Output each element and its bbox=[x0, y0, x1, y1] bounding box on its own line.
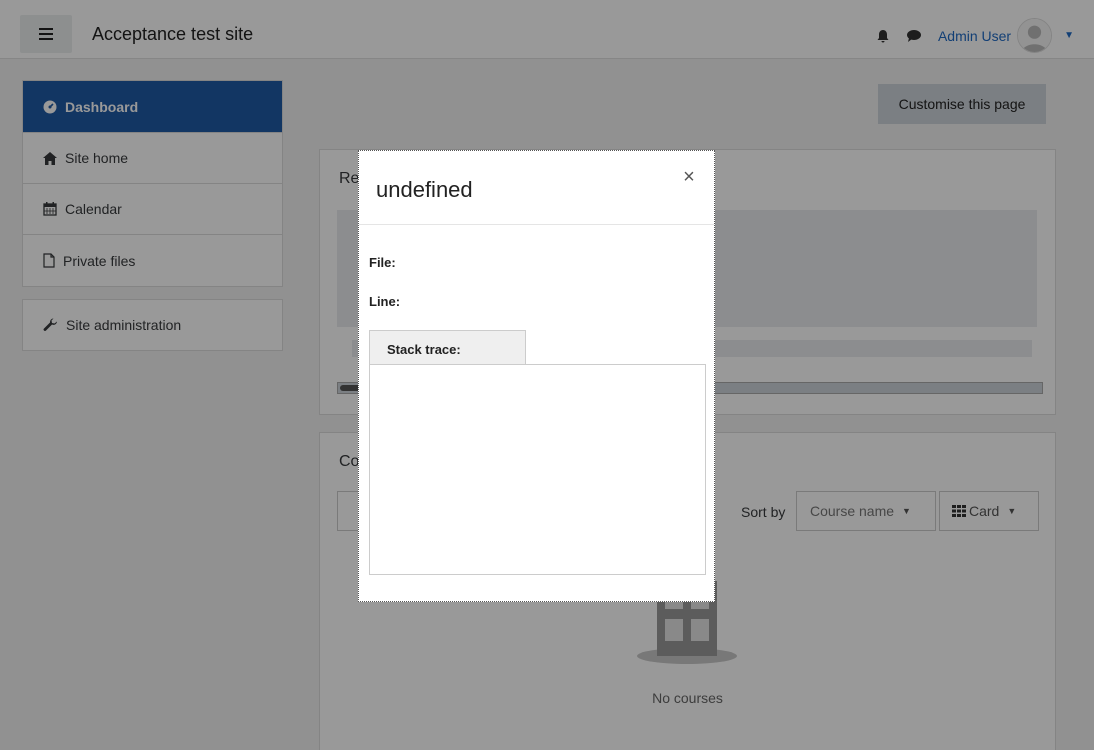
file-label: File: bbox=[369, 255, 396, 270]
stack-trace-content[interactable] bbox=[369, 364, 706, 575]
error-dialog: undefined × File: Line: Stack trace: bbox=[358, 150, 715, 602]
dialog-title: undefined bbox=[376, 177, 473, 202]
line-label: Line: bbox=[369, 294, 401, 309]
stack-trace-tab[interactable]: Stack trace: bbox=[369, 330, 526, 364]
close-icon[interactable]: × bbox=[681, 167, 697, 187]
dialog-header: undefined × bbox=[359, 151, 714, 225]
